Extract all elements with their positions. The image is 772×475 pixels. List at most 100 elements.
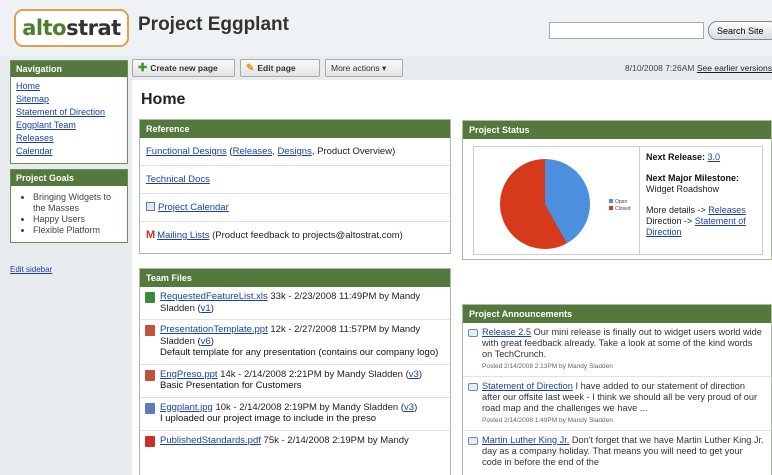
- status-details: Next Release: 3.0 Next Major Milestone: W…: [646, 152, 764, 238]
- see-earlier-versions-link[interactable]: See earlier versions: [697, 63, 772, 73]
- navigation-box: Navigation Home Sitemap Statement of Dir…: [10, 60, 128, 164]
- nav-link-eggplant-team[interactable]: Eggplant Team: [16, 120, 76, 130]
- announcement-link[interactable]: Martin Luther King Jr.: [482, 435, 569, 445]
- status-divider: [639, 147, 640, 254]
- project-goals-list: Bringing Widgets to the Masses Happy Use…: [11, 186, 127, 242]
- file-description: Default template for any presentation (c…: [160, 347, 439, 358]
- last-edit-date: 8/10/2008 7:26AM: [625, 63, 695, 73]
- excel-file-icon: [145, 292, 155, 303]
- status-summary: Open Closed Next Release: 3.0 Next Major…: [473, 146, 763, 255]
- team-files-heading: Team Files: [140, 269, 450, 287]
- project-status-panel: Project Status Open Closed Next Release:…: [462, 120, 772, 260]
- file-version-link[interactable]: v1: [201, 303, 211, 314]
- announcement-meta: Posted 2/14/2008 2:13PM by Mandy Sladden: [482, 363, 613, 370]
- reference-heading: Reference: [140, 120, 450, 138]
- file-row: RequestedFeatureList.xls 33k - 2/23/2008…: [140, 287, 450, 320]
- nav-link-sitemap[interactable]: Sitemap: [16, 94, 49, 104]
- sidebar: Navigation Home Sitemap Statement of Dir…: [10, 60, 128, 274]
- legend-swatch-closed: [609, 206, 613, 210]
- project-calendar-link[interactable]: Project Calendar: [158, 202, 229, 213]
- nav-link-releases[interactable]: Releases: [16, 133, 54, 143]
- navigation-list: Home Sitemap Statement of Direction Eggp…: [11, 77, 127, 163]
- powerpoint-file-icon: [145, 369, 155, 381]
- file-version-link[interactable]: v3: [404, 402, 414, 413]
- announcement-item: Release 2.5 Our mini release is finally …: [463, 323, 771, 377]
- edit-page-button[interactable]: ✎ Edit page: [240, 59, 320, 77]
- announcement-link[interactable]: Statement of Direction: [482, 381, 573, 391]
- next-release-link[interactable]: 3.0: [708, 152, 721, 162]
- chevron-down-icon: ▾: [382, 63, 387, 73]
- technical-docs-link[interactable]: Technical Docs: [146, 174, 210, 185]
- mailing-lists-note: (Product feedback to projects@altostrat.…: [209, 230, 403, 241]
- project-status-heading: Project Status: [463, 121, 771, 139]
- file-description: Basic Presentation for Customers: [160, 380, 302, 391]
- announcement-item: Statement of Direction I have added to o…: [463, 377, 771, 431]
- more-actions-dropdown[interactable]: More actions ▾: [325, 59, 403, 77]
- goal-item: Bringing Widgets to the Masses: [33, 192, 122, 214]
- legend-item-closed: Closed: [609, 206, 631, 213]
- file-link[interactable]: Eggplant.jpg: [160, 402, 213, 413]
- legend-open-label: Open: [615, 199, 628, 205]
- nav-link-home[interactable]: Home: [16, 81, 40, 91]
- edit-sidebar-link[interactable]: Edit sidebar: [10, 265, 128, 274]
- more-actions-label: More actions: [331, 63, 380, 73]
- create-new-page-button[interactable]: ✚ Create new page: [132, 59, 235, 77]
- team-files-panel: Team Files RequestedFeatureList.xls 33k …: [139, 268, 451, 475]
- file-link[interactable]: PublishedStandards.pdf: [160, 435, 261, 446]
- announcement-link[interactable]: Release 2.5: [482, 327, 531, 337]
- logo-alto-text: alto: [22, 16, 67, 40]
- site-title: Project Eggplant: [138, 14, 289, 35]
- logo-strat-text: strat: [66, 16, 121, 40]
- legend-swatch-open: [609, 199, 613, 203]
- altostrat-logo[interactable]: altostrat: [14, 9, 129, 47]
- page-toolbar: ✚ Create new page ✎ Edit page More actions…: [132, 59, 772, 78]
- text-product-overview: , Product Overview): [311, 146, 396, 157]
- navigation-heading: Navigation: [11, 61, 127, 77]
- file-link[interactable]: RequestedFeatureList.xls: [160, 291, 268, 302]
- direction-label: Direction ->: [646, 216, 695, 226]
- reference-row-designs: Functional Designs (Releases, Designs, P…: [140, 138, 450, 166]
- page-title: Home: [141, 91, 186, 108]
- file-meta-close: ): [418, 368, 422, 380]
- announcement-item: Martin Luther King Jr. Don't forget that…: [463, 431, 771, 472]
- pencil-icon: ✎: [246, 63, 255, 74]
- page-header: altostrat Project Eggplant Search Site: [0, 0, 772, 56]
- announcement-icon: [468, 329, 478, 337]
- nav-link-statement-of-direction[interactable]: Statement of Direction: [16, 107, 105, 117]
- main-content: Home Reference Functional Designs (Relea…: [132, 80, 772, 475]
- reference-row-mailing: M Mailing Lists (Product feedback to proj…: [140, 222, 450, 250]
- create-new-page-label: Create new page: [150, 63, 218, 73]
- file-version-link[interactable]: v3: [409, 369, 419, 380]
- search-site-button[interactable]: Search Site: [708, 21, 772, 40]
- open-closed-pie-chart: [500, 159, 590, 249]
- nav-link-calendar[interactable]: Calendar: [16, 146, 53, 156]
- designs-link[interactable]: Designs: [278, 146, 312, 157]
- file-row: EngPreso.ppt 14k - 2/14/2008 2:21PM by M…: [140, 365, 450, 398]
- announcement-body: Martin Luther King Jr. Don't forget that…: [482, 435, 765, 468]
- more-details-label: More details ->: [646, 205, 709, 215]
- file-row: PresentationTemplate.ppt 12k - 2/27/2008…: [140, 320, 450, 365]
- file-version-link[interactable]: v6: [201, 336, 211, 347]
- legend-item-open: Open: [609, 199, 631, 206]
- functional-designs-link[interactable]: Functional Designs: [146, 146, 227, 157]
- announcement-icon: [468, 383, 478, 391]
- next-release-label: Next Release:: [646, 152, 708, 162]
- image-file-icon: [145, 402, 155, 414]
- mailing-lists-link[interactable]: Mailing Lists: [157, 230, 209, 241]
- file-description: I uploaded our project image to include …: [160, 413, 376, 424]
- next-release: Next Release: 3.0: [646, 152, 764, 163]
- file-meta-close: ): [210, 302, 214, 314]
- file-link[interactable]: EngPreso.ppt: [160, 369, 218, 380]
- file-meta: 14k - 2/14/2008 2:21PM by Mandy Sladden …: [217, 368, 409, 380]
- announcement-body: Statement of Direction I have added to o…: [482, 381, 765, 414]
- project-announcements-panel: Project Announcements Release 2.5 Our mi…: [462, 304, 772, 475]
- releases-detail-link[interactable]: Releases: [708, 205, 746, 215]
- file-meta-close: ): [414, 401, 418, 413]
- edit-page-label: Edit page: [257, 63, 296, 73]
- releases-link[interactable]: Releases: [233, 146, 273, 157]
- search-input[interactable]: [549, 22, 704, 39]
- pie-legend: Open Closed: [609, 199, 631, 213]
- plus-icon: ✚: [138, 62, 148, 74]
- file-link[interactable]: PresentationTemplate.ppt: [160, 324, 268, 335]
- project-goals-box: Project Goals Bringing Widgets to the Ma…: [10, 169, 128, 243]
